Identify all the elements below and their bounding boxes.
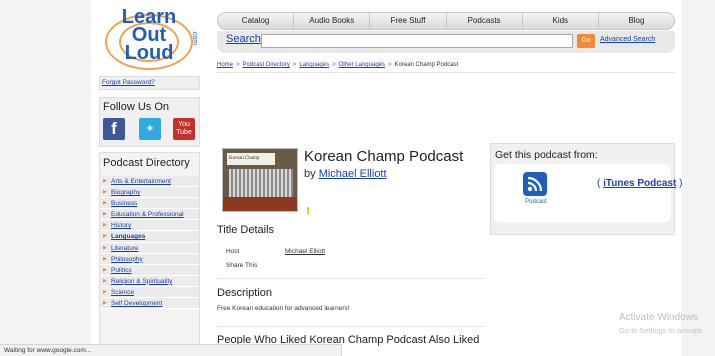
nav-tab-blog[interactable]: Blog [599, 13, 674, 29]
breadcrumb-other-languages[interactable]: Other Languages [339, 62, 385, 68]
advanced-search-link[interactable]: Advanced Search [600, 36, 655, 43]
follow-us-title: Follow Us On [103, 101, 170, 113]
directory-link[interactable]: Education & Professional [111, 211, 184, 218]
directory-item-science: Science [100, 286, 199, 299]
podcast-title: Korean Champ Podcast [304, 148, 464, 165]
share-this-label[interactable]: Share This [226, 262, 257, 269]
directory-item-biography: Biography [100, 187, 199, 199]
directory-item-history: History [100, 220, 199, 232]
directory-item-self-development: Self Development [100, 298, 199, 310]
search-go-button[interactable]: Go [577, 34, 595, 48]
browser-status-bar: Waiting for www.google.com... [0, 344, 342, 356]
breadcrumb-languages[interactable]: Languages [299, 62, 329, 68]
cover-pattern [229, 169, 293, 197]
nav-tab-kids[interactable]: Kids [523, 13, 599, 29]
details-divider [217, 278, 485, 279]
directory-link[interactable]: Science [111, 289, 134, 296]
nav-tab-podcasts[interactable]: Podcasts [447, 13, 523, 29]
nav-tab-catalog[interactable]: Catalog [218, 13, 295, 29]
itunes-option: ( iTunes Podcast ) [597, 178, 682, 189]
cover-banner: Korean Champ [227, 153, 275, 165]
directory-link[interactable]: Business [111, 200, 137, 207]
directory-link[interactable]: Politics [111, 267, 132, 274]
rss-glyph [527, 176, 543, 192]
description-divider [217, 326, 485, 327]
rating-marker [307, 207, 309, 214]
directory-link[interactable]: Arts & Entertainment [111, 178, 171, 185]
directory-link[interactable]: Philosophy [111, 256, 143, 263]
site-logo[interactable]: Learn Out Loud .com [99, 4, 199, 78]
breadcrumb: Home > Podcast Directory > Languages > Other L… [217, 62, 458, 68]
youtube-icon-bottom: Tube [176, 129, 192, 136]
breadcrumb-podcast-directory[interactable]: Podcast Directory [243, 62, 290, 68]
rss-feed-label[interactable]: Podcast [523, 199, 549, 205]
directory-item-literature: Literature [100, 242, 199, 254]
youtube-icon-top: You [178, 121, 190, 128]
breadcrumb-divider [217, 72, 675, 73]
description-heading: Description [217, 287, 273, 299]
byline-prefix: by [304, 168, 316, 180]
nav-tab-audio-books[interactable]: Audio Books [294, 13, 371, 29]
itunes-open-paren: ( [597, 178, 601, 189]
breadcrumb-current: Korean Champ Podcast [394, 62, 459, 68]
activate-windows-subtext: Go to Settings to activate [619, 326, 703, 335]
right-gutter [681, 0, 715, 356]
youtube-icon[interactable]: You Tube [173, 118, 195, 140]
directory-link[interactable]: Biography [111, 189, 140, 196]
breadcrumb-separator: > [332, 62, 336, 68]
itunes-close-paren: ) [679, 178, 683, 189]
directory-link[interactable]: Religion & Spirituality [111, 278, 172, 285]
breadcrumb-separator: > [292, 62, 297, 68]
forgot-password-link[interactable]: Forgot Password? [102, 79, 155, 86]
main-nav: Catalog Audio Books Free Stuff Podcasts … [217, 12, 675, 30]
directory-item-business: Business [100, 198, 199, 210]
search-input[interactable] [261, 34, 573, 48]
breadcrumb-separator: > [388, 62, 392, 68]
podcast-directory-list: Arts & Entertainment Biography Business … [100, 176, 199, 310]
podcast-byline: by Michael Elliott [304, 168, 387, 180]
directory-item-education: Education & Professional [100, 209, 199, 221]
twitter-icon[interactable]: ✦ [139, 118, 161, 140]
directory-link[interactable]: History [111, 222, 131, 229]
podcast-cover-image[interactable]: Korean Champ [222, 148, 298, 212]
itunes-podcast-link[interactable]: iTunes Podcast [603, 178, 676, 189]
nav-tab-free-stuff[interactable]: Free Stuff [370, 13, 447, 29]
directory-item-religion: Religion & Spirituality [100, 275, 199, 287]
directory-item-languages: Languages [100, 231, 199, 243]
logo-line-3: Loud [124, 42, 174, 64]
podcast-directory-title: Podcast Directory [103, 157, 190, 169]
directory-link[interactable]: Languages [111, 233, 145, 240]
rss-feed-icon[interactable] [523, 172, 547, 196]
cover-ground [223, 197, 297, 211]
activate-windows-watermark: Activate Windows [619, 312, 698, 323]
left-gutter [0, 0, 91, 356]
logo-dotcom: .com [191, 29, 199, 46]
author-link[interactable]: Michael Elliott [319, 168, 387, 180]
directory-item-arts: Arts & Entertainment [100, 176, 199, 188]
directory-item-politics: Politics [100, 264, 199, 276]
host-link[interactable]: Michael Elliott [285, 248, 325, 255]
breadcrumb-separator: > [236, 62, 240, 68]
description-text: Free Korean education for advanced learn… [217, 305, 350, 312]
host-label: Host [226, 248, 240, 255]
title-details-heading: Title Details [217, 224, 275, 236]
directory-item-philosophy: Philosophy [100, 253, 199, 265]
search-link[interactable]: Search [226, 33, 261, 45]
facebook-icon[interactable]: f [103, 118, 125, 140]
directory-link[interactable]: Self Development [111, 300, 162, 307]
breadcrumb-home[interactable]: Home [217, 62, 233, 68]
get-podcast-panel [494, 164, 671, 222]
get-podcast-title: Get this podcast from: [495, 149, 598, 161]
directory-link[interactable]: Literature [111, 245, 138, 252]
